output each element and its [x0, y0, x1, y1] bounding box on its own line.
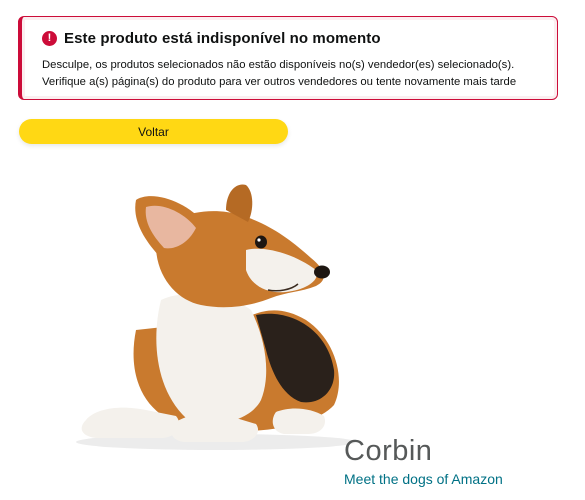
back-button[interactable]: Voltar [19, 119, 288, 144]
alert-message: Desculpe, os produtos selecionados não e… [42, 59, 517, 88]
dogs-of-amazon-link[interactable]: Meet the dogs of Amazon [344, 471, 503, 487]
error-alert: ! Este produto está indisponível no mome… [18, 16, 558, 100]
dog-name: Corbin [344, 435, 433, 467]
dog-image [76, 184, 356, 450]
exclamation-icon: ! [42, 31, 57, 46]
alert-title: Este produto está indisponível no moment… [64, 30, 381, 47]
alert-heading: ! Este produto está indisponível no mome… [42, 30, 381, 47]
